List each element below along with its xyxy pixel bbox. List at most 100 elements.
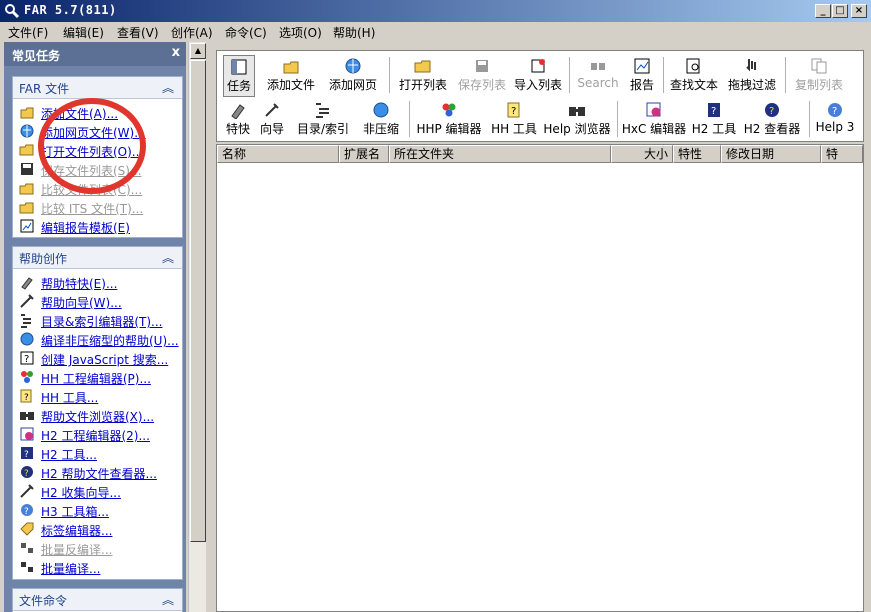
hh-tools-icon: ? — [507, 102, 520, 118]
toolbar-import-list-button[interactable]: 导入列表 — [511, 55, 565, 97]
toolbar-copy-list-button[interactable]: 复制列表 — [789, 55, 849, 97]
scrollbar-thumb[interactable] — [190, 60, 206, 542]
search-icon — [5, 4, 20, 19]
task-pane-close-button[interactable]: x — [172, 45, 180, 60]
help-browser-icon — [569, 107, 585, 116]
task-hh-tools[interactable]: ? HH 工具... — [17, 387, 182, 406]
toolbar-report-button[interactable]: 报告 — [625, 55, 659, 97]
task-help-express[interactable]: 帮助特快(E)... — [17, 273, 182, 292]
task-save-list[interactable]: 保存文件列表(S)... — [17, 160, 182, 179]
toolbar-search-button[interactable]: Search — [573, 55, 623, 97]
column-header-name[interactable]: 名称 — [217, 145, 339, 163]
toolbar-hh-tools-button[interactable]: ? HH 工具 — [489, 99, 539, 141]
task-help-file-browser[interactable]: 帮助文件浏览器(X)... — [17, 406, 182, 425]
group-file-commands: 文件命令 ︽ — [12, 588, 183, 612]
column-header-extension[interactable]: 扩展名 — [339, 145, 389, 163]
chevron-up-icon[interactable]: ︽ — [162, 249, 174, 266]
toolbar-drag-filter-button[interactable]: 拖拽过滤 — [725, 55, 779, 97]
task-add-file[interactable]: 添加文件(A)... — [17, 103, 182, 122]
window-title: FAR 5.7(811) — [24, 3, 117, 17]
column-header-more[interactable]: 特 — [821, 145, 863, 163]
toolbar-wizard-button[interactable]: 向导 — [257, 99, 287, 141]
menu-view[interactable]: 查看(V) — [117, 24, 159, 41]
add-file-icon — [20, 107, 34, 119]
menu-file[interactable]: 文件(F) — [8, 24, 48, 41]
toolbar-label: 添加网页 — [328, 78, 377, 92]
task-h2-tools[interactable]: ? H2 工具... — [17, 444, 182, 463]
task-batch-decompile[interactable]: 批量反编译... — [17, 539, 182, 558]
h2-tools-icon: ? — [708, 103, 720, 117]
toolbar-hhp-editor-button[interactable]: HHP 编辑器 — [413, 99, 485, 141]
menu-command[interactable]: 命令(C) — [225, 24, 267, 41]
task-label: 帮助文件浏览器(X)... — [41, 410, 155, 424]
menu-author[interactable]: 创作(A) — [171, 24, 213, 41]
chevron-up-icon[interactable]: ︽ — [162, 591, 174, 608]
task-h2-project-editor[interactable]: H2 工程编辑器(2)... — [17, 425, 182, 444]
toolbar-toc-index-button[interactable]: 目录/索引 — [291, 99, 355, 141]
task-toc-index-editor[interactable]: 目录&索引编辑器(T)... — [17, 311, 182, 330]
tasks-icon — [231, 59, 247, 75]
column-header-folder[interactable]: 所在文件夹 — [389, 145, 611, 163]
add-web-icon — [345, 58, 361, 74]
menu-edit[interactable]: 编辑(E) — [63, 24, 104, 41]
task-tag-editor[interactable]: 标签编辑器... — [17, 520, 182, 539]
task-label: HH 工具... — [41, 391, 99, 405]
toolbar-h2-viewer-button[interactable]: ? H2 查看器 — [741, 99, 803, 141]
task-batch-compile[interactable]: 批量编译... — [17, 558, 182, 577]
task-edit-report-template[interactable]: 编辑报告模板(E) — [17, 217, 182, 236]
task-hh-project-editor[interactable]: HH 工程编辑器(P)... — [17, 368, 182, 387]
wizard-icon — [20, 294, 34, 308]
group-title: 帮助创作 — [19, 252, 68, 266]
h2-viewer-icon: ? — [21, 466, 33, 479]
toolbar-label: 保存列表 — [457, 78, 506, 92]
task-add-web-file[interactable]: 添加网页文件(W)... — [17, 122, 182, 141]
chevron-up-icon[interactable]: ︽ — [162, 79, 174, 96]
hh-tools-icon: ? — [20, 389, 32, 403]
toolbar-find-text-button[interactable]: 查找文本 — [667, 55, 721, 97]
menu-help[interactable]: 帮助(H) — [333, 24, 375, 41]
task-pane-scrollbar[interactable]: ▲ — [188, 42, 206, 612]
svg-text:?: ? — [24, 393, 29, 403]
toolbar-open-list-button[interactable]: 打开列表 — [393, 55, 453, 97]
toolbar-label: HH 工具 — [491, 122, 537, 136]
toc-index-icon — [21, 314, 31, 328]
task-label: 编辑报告模板(E) — [41, 221, 130, 235]
task-label: 编译非压缩型的帮助(U)... — [41, 334, 179, 348]
toolbar-hxc-editor-button[interactable]: HxC 编辑器 — [621, 99, 687, 141]
scroll-up-icon[interactable]: ▲ — [190, 43, 206, 59]
toolbar-help3-button[interactable]: ? Help 3 — [813, 99, 857, 141]
toolbar-uncompressed-button[interactable]: 非压缩 — [359, 99, 403, 141]
group-header[interactable]: 文件命令 ︽ — [13, 589, 182, 611]
file-list-view[interactable]: 名称 扩展名 所在文件夹 大小 特性 修改日期 特 — [216, 144, 864, 612]
report-icon — [634, 58, 650, 74]
group-header[interactable]: 帮助创作 ︽ — [13, 247, 182, 269]
minimize-button[interactable]: _ — [815, 4, 831, 18]
column-header-modified-date[interactable]: 修改日期 — [721, 145, 821, 163]
column-header-size[interactable]: 大小 — [611, 145, 673, 163]
toolbar-save-list-button[interactable]: 保存列表 — [455, 55, 509, 97]
task-compile-uncompressed[interactable]: 编译非压缩型的帮助(U)... — [17, 330, 182, 349]
menu-bar: 文件(F) 编辑(E) 查看(V) 创作(A) 命令(C) 选项(O) 帮助(H… — [0, 22, 871, 42]
group-header[interactable]: FAR 文件 ︽ — [13, 77, 182, 99]
toolbar-express-button[interactable]: 特快 — [223, 99, 253, 141]
toolbar-add-file-button[interactable]: 添加文件 — [261, 55, 321, 97]
menu-options[interactable]: 选项(O) — [279, 24, 322, 41]
task-help-wizard[interactable]: 帮助向导(W)... — [17, 292, 182, 311]
toolbar-tasks-button[interactable]: 任务 — [223, 55, 255, 97]
task-h3-toolbox[interactable]: ? H3 工具箱... — [17, 501, 182, 520]
svg-text:?: ? — [24, 450, 29, 460]
h3-toolbox-icon: ? — [21, 504, 33, 517]
task-h2-collection-wizard[interactable]: H2 收集向导... — [17, 482, 182, 501]
close-button[interactable]: × — [851, 4, 867, 18]
task-compare-its[interactable]: 比较 ITS 文件(T)... — [17, 198, 182, 217]
column-header-attributes[interactable]: 特性 — [673, 145, 721, 163]
task-create-js-search[interactable]: ? 创建 JavaScript 搜索... — [17, 349, 182, 368]
task-h2-viewer[interactable]: ? H2 帮助文件查看器... — [17, 463, 182, 482]
toolbar-h2-tools-button[interactable]: ? H2 工具 — [691, 99, 737, 141]
task-open-list[interactable]: 打开文件列表(O)... — [17, 141, 182, 160]
toolbar-help-browser-button[interactable]: Help 浏览器 — [543, 99, 611, 141]
batch-decompile-icon — [21, 543, 33, 553]
maximize-button[interactable]: □ — [832, 4, 848, 18]
task-compare-list[interactable]: 比较文件列表(C)... — [17, 179, 182, 198]
toolbar-add-web-button[interactable]: 添加网页 — [323, 55, 383, 97]
